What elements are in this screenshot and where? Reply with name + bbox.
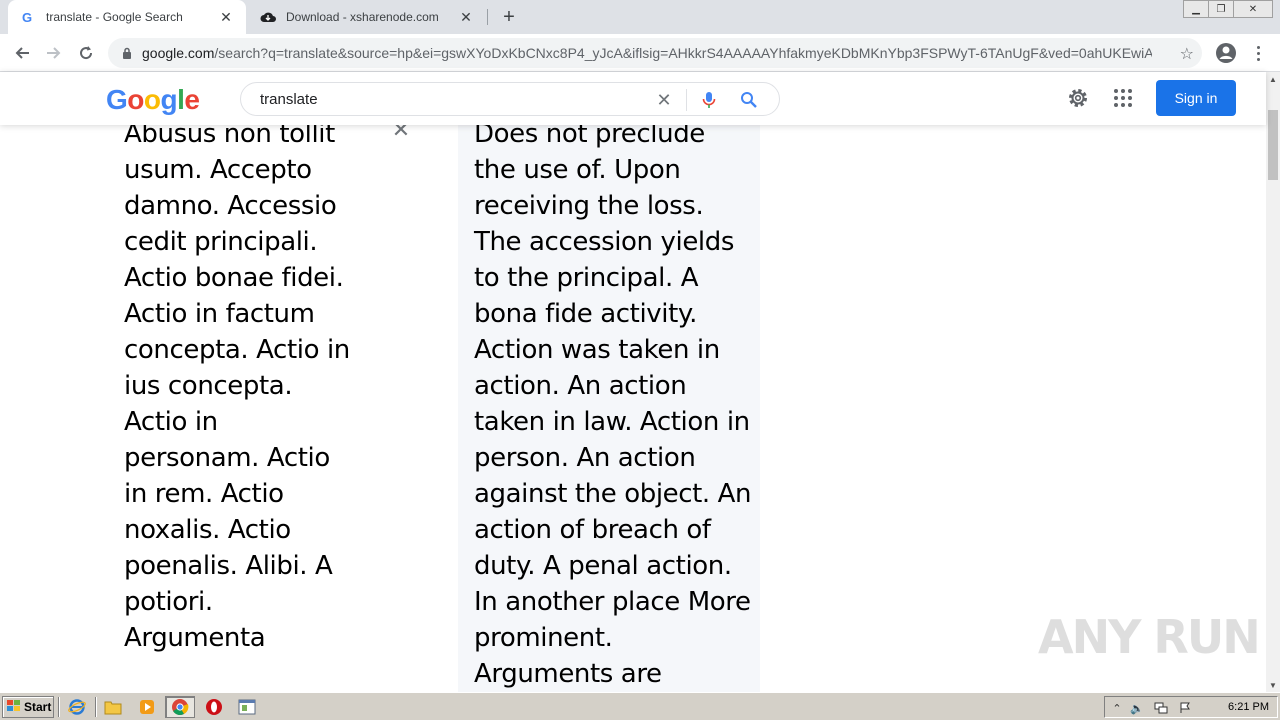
svg-text:G: G [22, 10, 32, 24]
search-divider [686, 89, 687, 111]
google-logo[interactable]: Google [106, 84, 200, 116]
microphone-icon[interactable] [699, 90, 719, 110]
file-explorer-icon[interactable] [98, 696, 128, 718]
tab-title: translate - Google Search [46, 10, 183, 24]
chrome-menu-icon[interactable] [1252, 41, 1264, 65]
tab-separator [487, 9, 488, 25]
reload-icon[interactable] [74, 41, 98, 65]
tray-expand-icon[interactable]: ⌃ [1109, 700, 1125, 716]
search-icon[interactable] [739, 90, 759, 110]
address-bar[interactable]: google.com/search?q=translate&source=hp&… [108, 38, 1202, 68]
close-tab-icon[interactable]: ✕ [458, 9, 474, 25]
network-icon[interactable] [1153, 700, 1169, 716]
forward-arrow-icon[interactable] [42, 41, 66, 65]
system-tray: ⌃ 🔈 6:21 PM [1104, 696, 1278, 718]
logo-letter: o [143, 84, 161, 115]
windows-taskbar: Start ⌃ 🔈 6:21 PM [0, 692, 1280, 720]
taskbar-clock[interactable]: 6:21 PM [1228, 701, 1269, 713]
lock-icon[interactable] [120, 46, 134, 60]
profile-icon[interactable] [1214, 41, 1238, 65]
clear-search-icon[interactable]: ✕ [654, 90, 674, 110]
tab-download[interactable]: Download - xsharenode.com ✕ [248, 0, 486, 34]
restore-icon[interactable]: ❐ [1208, 0, 1234, 18]
internet-explorer-icon[interactable] [62, 696, 92, 718]
page-content: Abusus non tollit usum. Accepto damno. A… [0, 72, 1266, 692]
tab-google-search[interactable]: G translate - Google Search ✕ [8, 0, 246, 34]
vertical-scrollbar[interactable]: ▲ ▼ [1266, 72, 1280, 692]
start-button[interactable]: Start [2, 696, 54, 718]
sign-in-button[interactable]: Sign in [1156, 80, 1236, 116]
translation-text: Does not preclude the use of. Upon recei… [474, 119, 752, 689]
back-arrow-icon[interactable] [10, 41, 34, 65]
scroll-down-arrow-icon[interactable]: ▼ [1266, 678, 1280, 692]
search-box[interactable]: translate ✕ [240, 82, 780, 116]
media-player-icon[interactable] [132, 696, 162, 718]
start-label: Start [24, 700, 52, 714]
google-favicon-icon: G [20, 9, 36, 25]
minimize-icon[interactable]: ▁ [1183, 0, 1209, 18]
taskbar-separator [95, 697, 97, 717]
tab-title: Download - xsharenode.com [286, 10, 439, 24]
scrollbar-thumb[interactable] [1268, 110, 1278, 180]
anyrun-watermark: ANY RUN [1038, 610, 1261, 664]
close-tab-icon[interactable]: ✕ [218, 9, 234, 25]
logo-letter: G [106, 84, 128, 115]
google-header: Google translate ✕ Sign in [0, 72, 1266, 125]
cloud-download-icon [260, 9, 276, 25]
tab-strip: G translate - Google Search ✕ Download -… [0, 0, 1280, 34]
chrome-taskbar-icon[interactable] [165, 696, 195, 718]
action-center-flag-icon[interactable] [1177, 700, 1193, 716]
window-close-icon[interactable]: ✕ [1233, 0, 1273, 18]
opera-icon[interactable] [199, 696, 229, 718]
google-apps-icon[interactable] [1114, 89, 1132, 107]
taskbar-separator [58, 697, 60, 717]
settings-gear-icon[interactable] [1066, 86, 1090, 110]
scroll-up-arrow-icon[interactable]: ▲ [1266, 72, 1280, 86]
window-app-icon[interactable] [232, 696, 262, 718]
windows-logo-icon [7, 699, 21, 715]
browser-toolbar: google.com/search?q=translate&source=hp&… [0, 34, 1280, 72]
source-text-area[interactable]: Abusus non tollit usum. Accepto damno. A… [124, 116, 354, 656]
logo-letter: e [184, 84, 200, 115]
new-tab-icon[interactable]: + [498, 6, 520, 28]
bookmark-star-icon[interactable]: ☆ [1180, 44, 1194, 64]
volume-icon[interactable]: 🔈 [1129, 700, 1145, 716]
url-text: google.com/search?q=translate&source=hp&… [142, 45, 1152, 61]
logo-letter: g [160, 84, 178, 115]
translation-panel: Does not preclude the use of. Upon recei… [458, 116, 760, 692]
logo-letter: o [127, 84, 144, 115]
